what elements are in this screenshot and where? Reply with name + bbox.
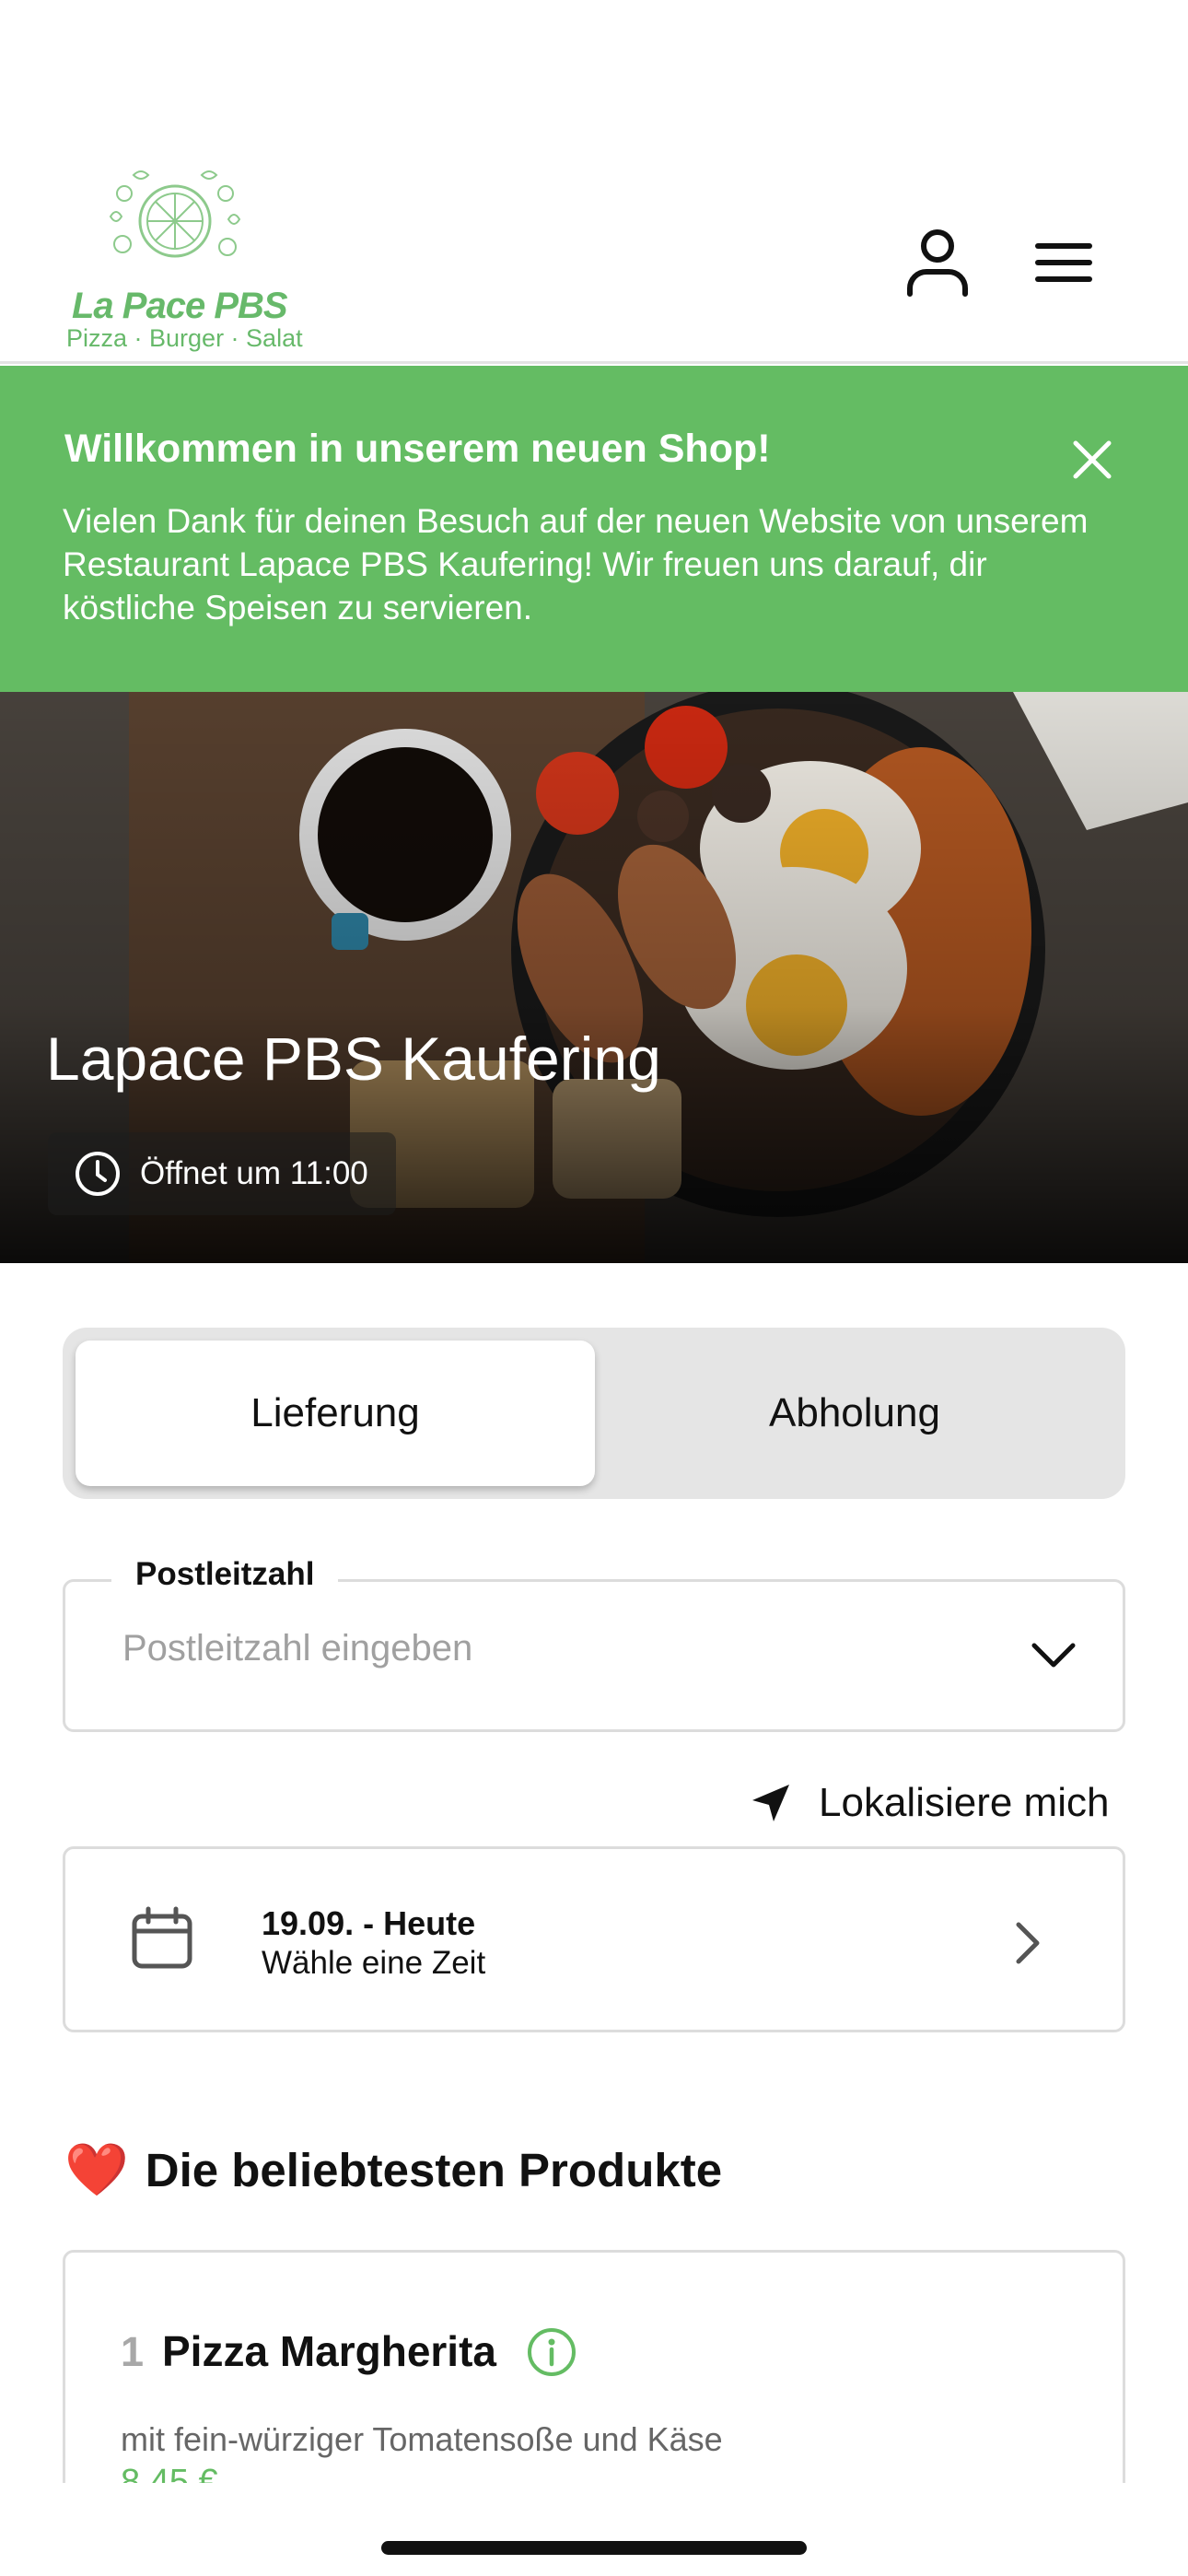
- time-picker-open[interactable]: [1005, 1915, 1051, 1971]
- home-indicator[interactable]: [381, 2541, 807, 2555]
- hero-image: Lapace PBS Kaufering Öffnet um 11:00: [0, 692, 1188, 1263]
- order-mode-toggle: Lieferung Abholung: [63, 1328, 1125, 1499]
- close-icon: [1073, 440, 1112, 479]
- selected-date: 19.09. - Heute: [262, 1904, 476, 1942]
- postcode-field[interactable]: Postleitzahl: [63, 1556, 1125, 1732]
- logo-brand-text: La Pace PBS: [72, 286, 288, 326]
- product-name: Pizza Margherita: [162, 2327, 496, 2375]
- info-icon[interactable]: [526, 2326, 577, 2378]
- heart-icon: ❤️: [64, 2140, 129, 2198]
- restaurant-logo[interactable]: La Pace PBS Pizza · Burger · Salat: [55, 166, 303, 352]
- product-list: 1 Pizza Margherita mit fein-würziger Tom…: [0, 2250, 1188, 2483]
- menu-button[interactable]: [1022, 221, 1105, 304]
- opening-hours-badge: Öffnet um 11:00: [48, 1132, 396, 1215]
- time-picker-card[interactable]: 19.09. - Heute Wähle eine Zeit: [63, 1846, 1125, 2032]
- product-description: mit fein-würziger Tomatensoße und Käse: [121, 2420, 723, 2458]
- postcode-dropdown-toggle[interactable]: [1021, 1628, 1086, 1683]
- opening-hours-text: Öffnet um 11:00: [140, 1155, 368, 1191]
- calendar-icon: [132, 1906, 192, 1969]
- choose-time-hint: Wähle eine Zeit: [262, 1945, 486, 1981]
- tab-pickup[interactable]: Abholung: [595, 1341, 1114, 1486]
- chevron-right-icon: [1016, 1922, 1040, 1964]
- welcome-banner: Willkommen in unserem neuen Shop! Vielen…: [0, 366, 1188, 692]
- chevron-down-icon: [1031, 1643, 1076, 1668]
- user-icon: [907, 229, 968, 297]
- restaurant-name: Lapace PBS Kaufering: [46, 1025, 661, 1093]
- product-rank: 1: [121, 2328, 145, 2375]
- popular-products-heading: ❤️ Die beliebtesten Produkte: [64, 2139, 722, 2200]
- locate-me-button[interactable]: Lokalisiere mich: [751, 1774, 1109, 1832]
- clock-icon: [76, 1152, 120, 1196]
- banner-close-button[interactable]: [1059, 427, 1125, 493]
- banner-text: Vielen Dank für deinen Besuch auf der ne…: [63, 502, 1089, 626]
- logo-tagline: Pizza · Burger · Salat: [66, 324, 303, 352]
- tab-delivery[interactable]: Lieferung: [76, 1341, 595, 1486]
- product-card[interactable]: 1 Pizza Margherita mit fein-würziger Tom…: [63, 2250, 1125, 2483]
- banner-title: Willkommen in unserem neuen Shop!: [64, 427, 771, 471]
- menu-icon: [1035, 243, 1092, 282]
- pizza-emblem-icon: [109, 170, 241, 258]
- account-button[interactable]: [896, 221, 979, 304]
- locate-me-label: Lokalisiere mich: [819, 1780, 1110, 1825]
- location-arrow-icon: [752, 1785, 789, 1821]
- popular-products-title: Die beliebtesten Produkte: [145, 2143, 723, 2196]
- postcode-input[interactable]: [122, 1628, 951, 1669]
- header: La Pace PBS Pizza · Burger · Salat: [0, 0, 1188, 364]
- product-price: 8,45 €: [121, 2463, 218, 2483]
- postcode-label: Postleitzahl: [111, 1556, 339, 1593]
